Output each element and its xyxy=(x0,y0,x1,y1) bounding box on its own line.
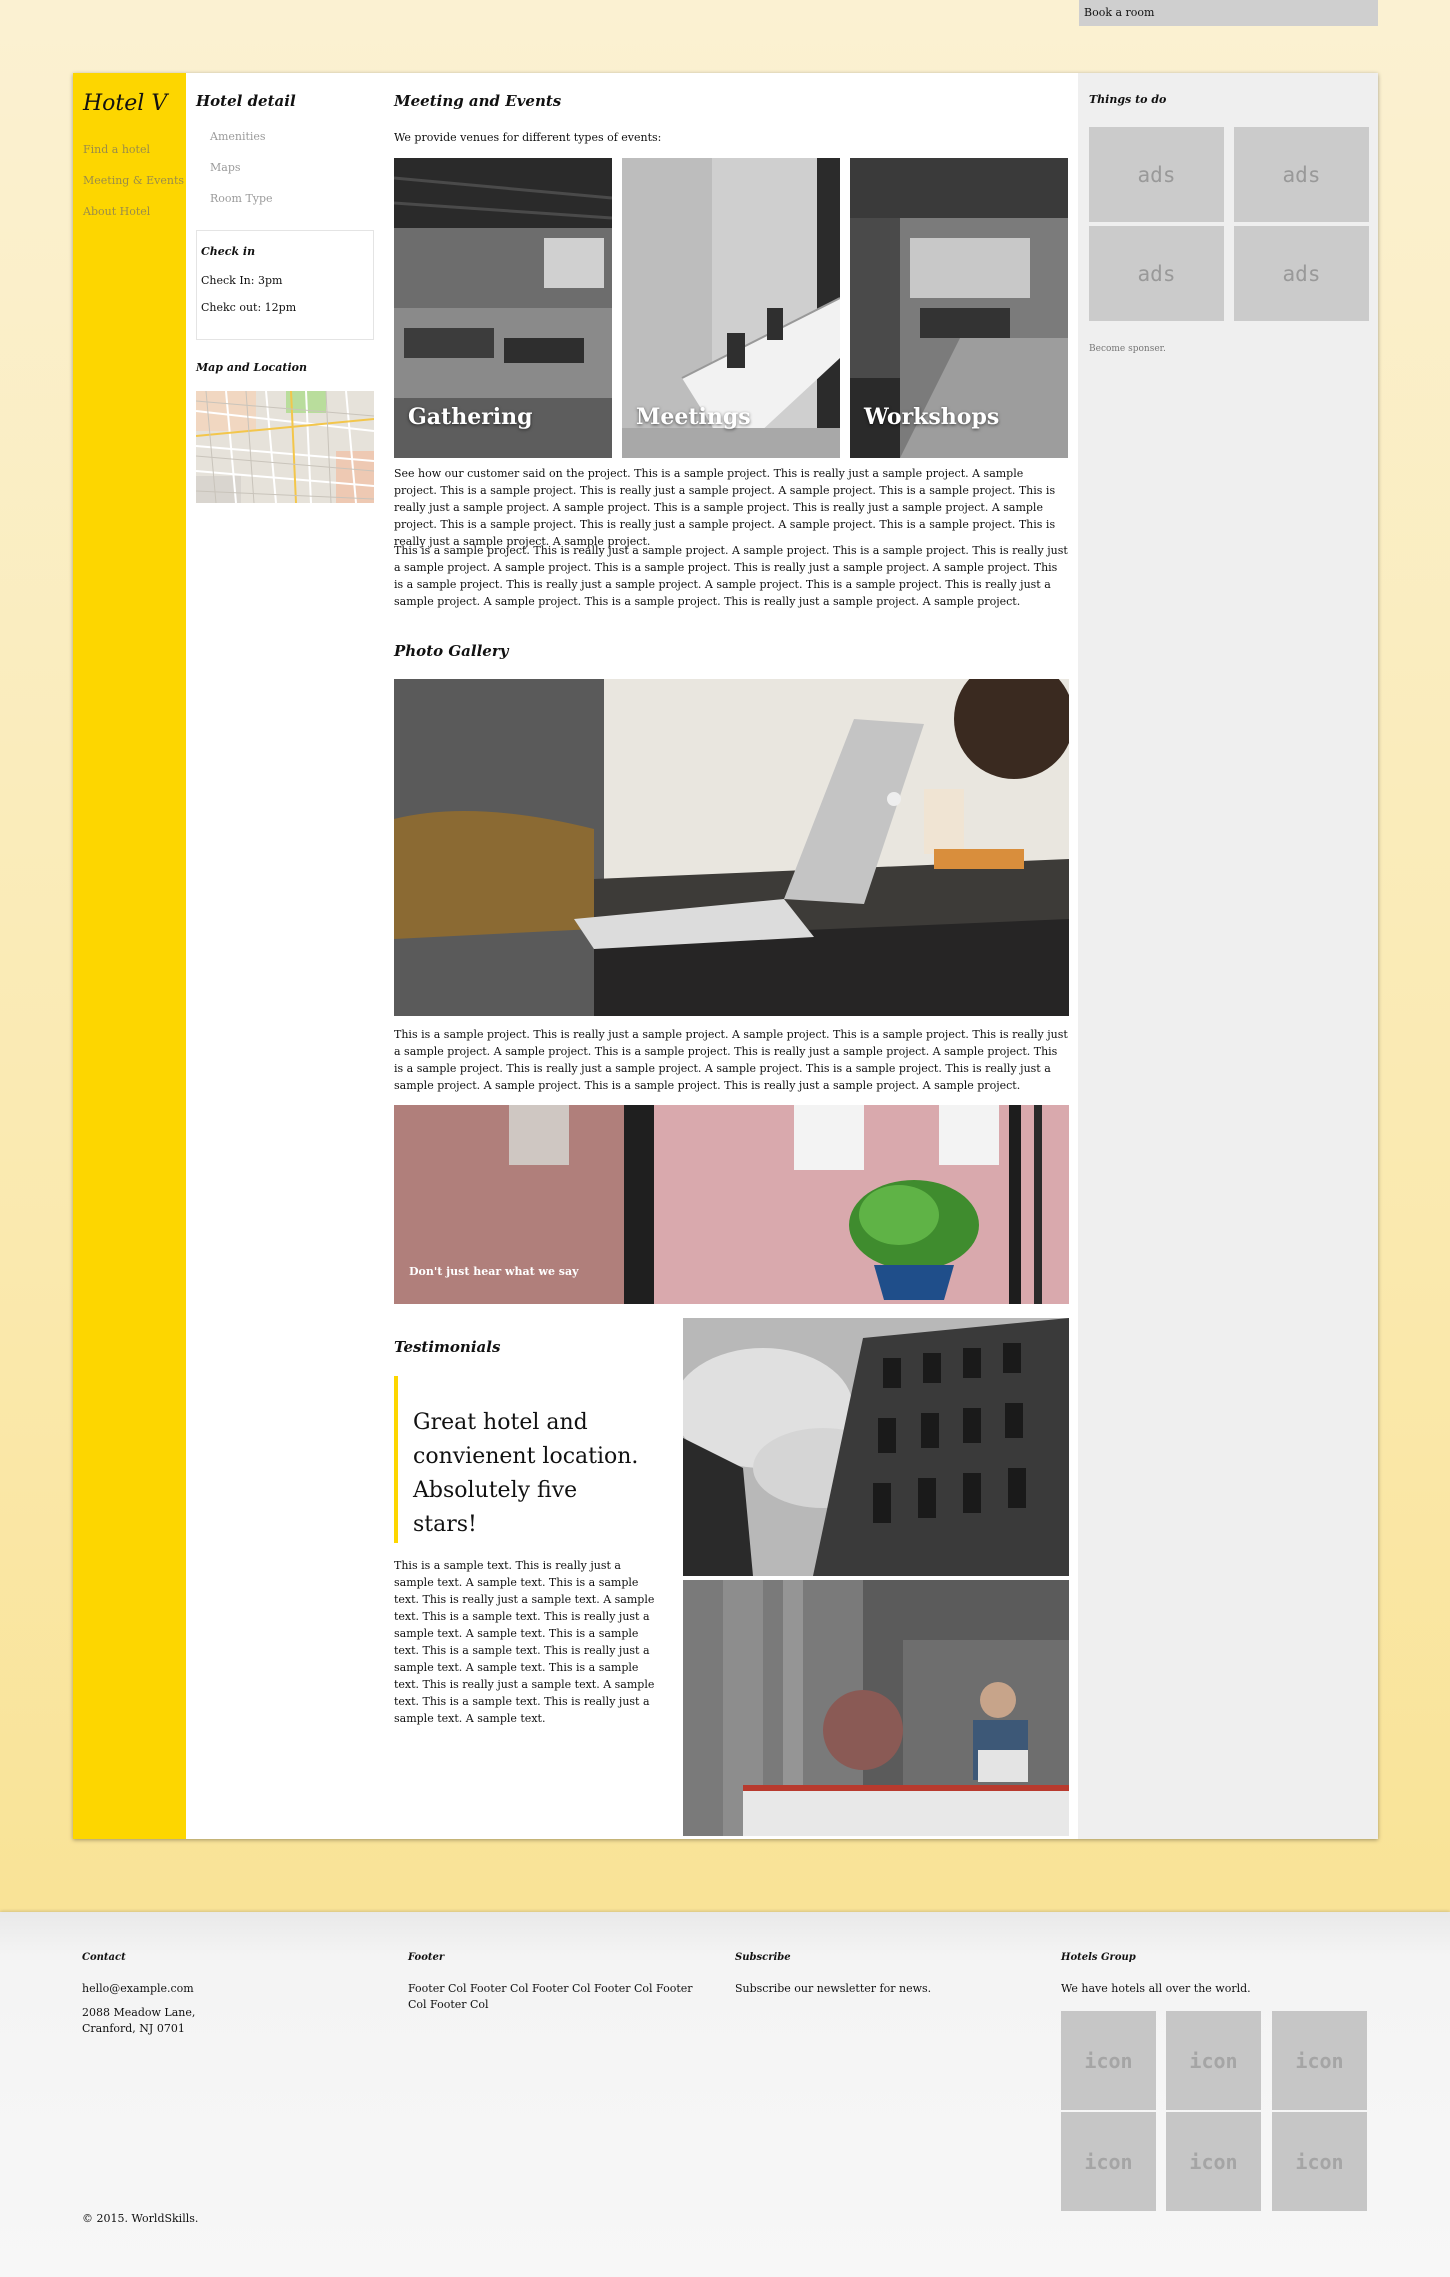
event-workshops-label: Workshops xyxy=(864,404,1000,430)
footer-address: 2088 Meadow Lane, Cranford, NJ 0701 xyxy=(82,2006,196,2035)
event-gathering-card[interactable]: Gathering xyxy=(394,158,612,458)
book-a-room-button[interactable]: Book a room xyxy=(1079,0,1378,26)
menu-room-type[interactable]: Room Type xyxy=(210,192,273,205)
map-title: Map and Location xyxy=(196,361,307,374)
become-sponsor-link[interactable]: Become sponser. xyxy=(1089,344,1166,354)
hotel-detail-menu: Amenities Maps Room Type xyxy=(210,130,273,223)
hotel-icon[interactable]: icon xyxy=(1166,2112,1261,2211)
main-container: Hotel V Find a hotel Meeting & Events Ab… xyxy=(73,73,1378,1839)
menu-amenities[interactable]: Amenities xyxy=(210,130,273,143)
checkin-time: Check In: 3pm xyxy=(201,274,283,287)
gallery-title: Photo Gallery xyxy=(394,642,509,660)
event-workshops-card[interactable]: Workshops xyxy=(850,158,1068,458)
hotel-icons-grid: icon icon icon icon icon icon xyxy=(1061,2011,1367,2213)
checkout-time: Chekc out: 12pm xyxy=(201,301,297,314)
meeting-intro: We provide venues for different types of… xyxy=(394,131,662,144)
ad-slot[interactable]: ads xyxy=(1089,226,1224,321)
hotel-icon[interactable]: icon xyxy=(1272,2112,1367,2211)
things-to-do-title: Things to do xyxy=(1089,93,1167,106)
hotel-icon[interactable]: icon xyxy=(1272,2011,1367,2110)
meeting-title: Meeting and Events xyxy=(394,92,562,110)
meeting-paragraph-2: This is a sample project. This is really… xyxy=(394,544,1068,608)
ad-slot[interactable]: ads xyxy=(1234,127,1369,222)
checkin-box: Check in Check In: 3pm Chekc out: 12pm xyxy=(196,230,374,340)
location-map[interactable] xyxy=(196,391,374,503)
testimonials-title: Testimonials xyxy=(394,1338,501,1356)
footer-contact: Contact hello@example.com 2088 Meadow La… xyxy=(82,1952,372,2045)
things-to-do-sidebar: Things to do ads ads ads ads Become spon… xyxy=(1078,73,1378,1839)
testimonial-photo-person[interactable] xyxy=(683,1580,1069,1836)
testimonial-quote: Great hotel and convienent location. Abs… xyxy=(394,1376,659,1543)
hotel-icon[interactable]: icon xyxy=(1061,2011,1156,2110)
event-types: Gathering Meetings Workshops xyxy=(394,158,1069,458)
footer-links: Footer Footer Col Footer Col Footer Col … xyxy=(408,1952,698,2021)
main-nav: Find a hotel Meeting & Events About Hote… xyxy=(83,143,184,236)
brand-logo[interactable]: Hotel V xyxy=(83,91,167,116)
footer-contact-title: Contact xyxy=(82,1952,126,1963)
nav-find-hotel[interactable]: Find a hotel xyxy=(83,143,184,156)
meeting-paragraph-1: See how our customer said on the project… xyxy=(394,467,1056,548)
menu-maps[interactable]: Maps xyxy=(210,161,273,174)
footer-links-title: Footer xyxy=(408,1952,445,1963)
footer-subscribe-text[interactable]: Subscribe our newsletter for news. xyxy=(735,1981,1025,1997)
gallery-caption: Don't just hear what we say xyxy=(409,1265,579,1278)
brand-sidebar: Hotel V Find a hotel Meeting & Events Ab… xyxy=(73,73,186,1839)
hotel-detail-title: Hotel detail xyxy=(196,92,296,110)
gallery-photo-plant[interactable]: Don't just hear what we say xyxy=(394,1105,1069,1304)
footer-group-title: Hotels Group xyxy=(1061,1952,1136,1963)
footer-group-text: We have hotels all over the world. xyxy=(1061,1982,1251,1995)
ad-slot[interactable]: ads xyxy=(1234,226,1369,321)
copyright: © 2015. WorldSkills. xyxy=(82,2212,199,2225)
footer-email[interactable]: hello@example.com xyxy=(82,1981,372,1997)
testimonial-photo-building[interactable] xyxy=(683,1318,1069,1576)
footer-subscribe-title: Subscribe xyxy=(735,1952,791,1963)
testimonial-quote-text: Great hotel and convienent location. Abs… xyxy=(413,1410,639,1537)
event-meetings-card[interactable]: Meetings xyxy=(622,158,840,458)
nav-meeting-events[interactable]: Meeting & Events xyxy=(83,174,184,187)
checkin-title: Check in xyxy=(201,245,256,258)
hotel-icon[interactable]: icon xyxy=(1166,2011,1261,2110)
event-gathering-label: Gathering xyxy=(408,404,533,430)
event-meetings-label: Meetings xyxy=(636,404,751,430)
ad-slot[interactable]: ads xyxy=(1089,127,1224,222)
gallery-paragraph: This is a sample project. This is really… xyxy=(394,1028,1068,1092)
nav-about-hotel[interactable]: About Hotel xyxy=(83,205,184,218)
hotel-icon[interactable]: icon xyxy=(1061,2112,1156,2211)
footer-links-text[interactable]: Footer Col Footer Col Footer Col Footer … xyxy=(408,1981,698,2013)
testimonial-text: This is a sample text. This is really ju… xyxy=(394,1559,655,1725)
footer: Contact hello@example.com 2088 Meadow La… xyxy=(0,1912,1450,2277)
gallery-photo-laptop[interactable] xyxy=(394,679,1069,1016)
footer-hotels-group: Hotels Group We have hotels all over the… xyxy=(1061,1952,1351,2005)
footer-subscribe: Subscribe Subscribe our newsletter for n… xyxy=(735,1952,1025,2005)
